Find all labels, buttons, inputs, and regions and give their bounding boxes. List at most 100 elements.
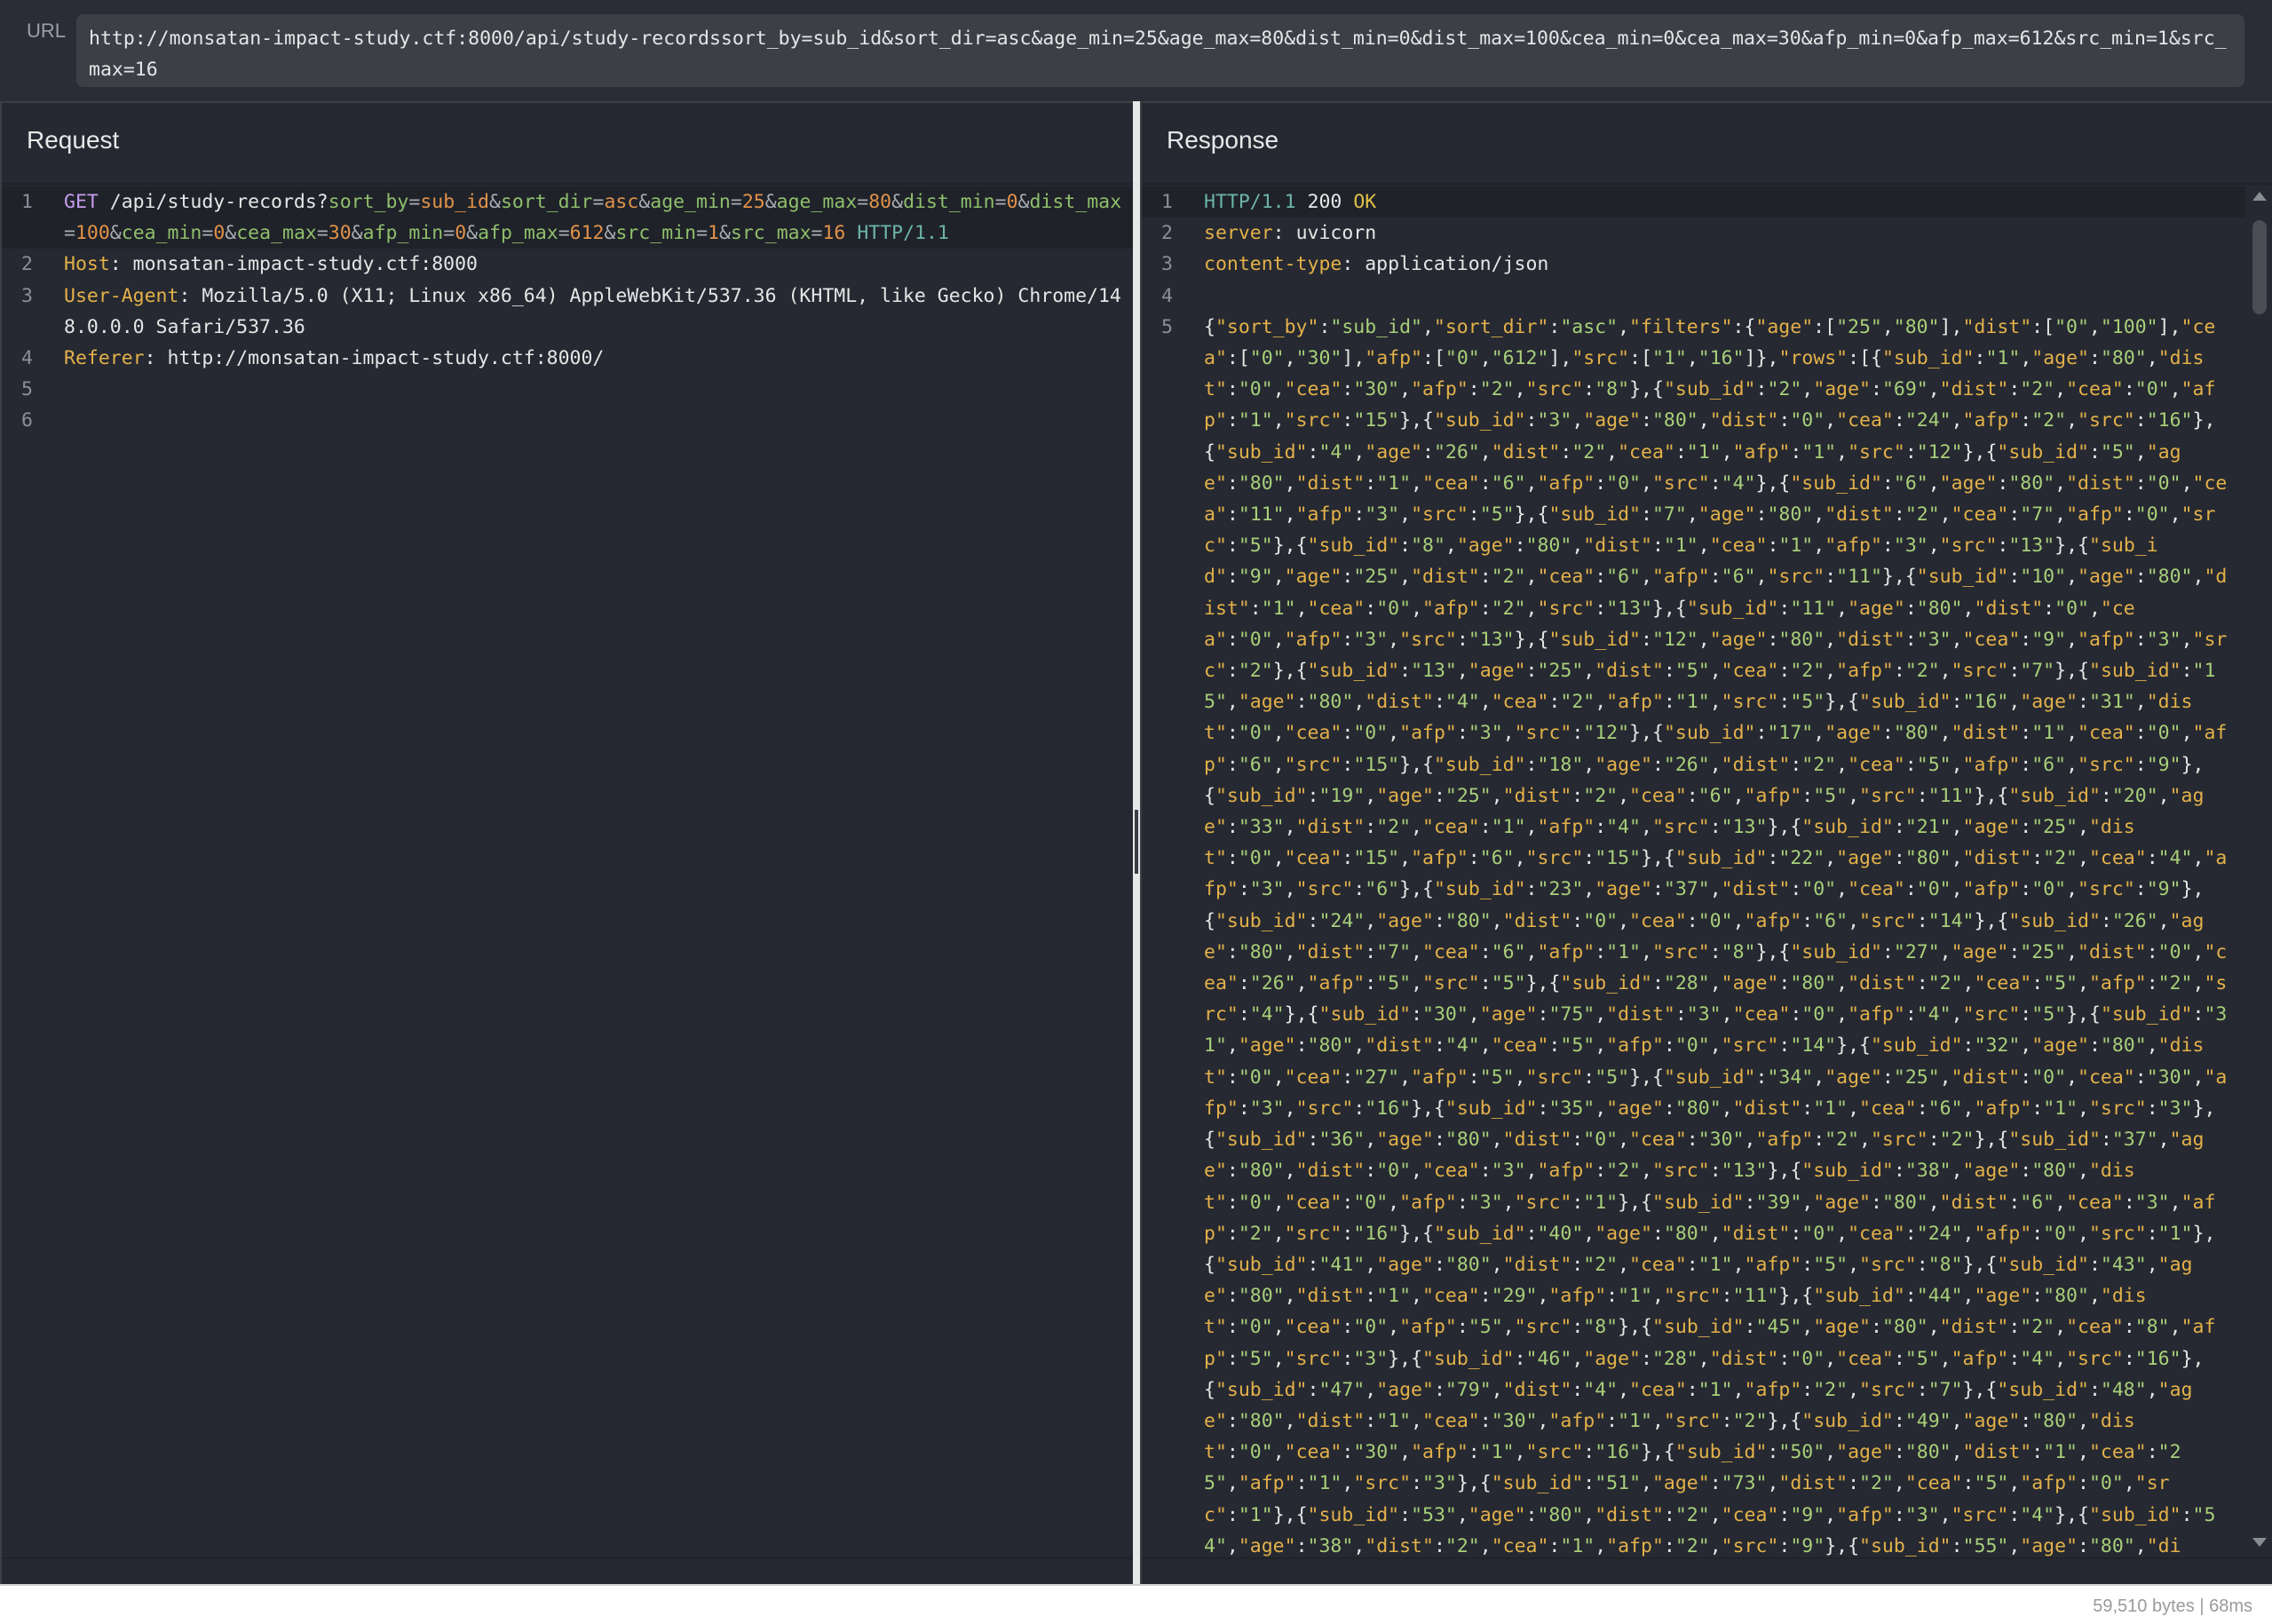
json-string: "3" xyxy=(1468,722,1503,745)
json-string: "11" xyxy=(1836,566,1882,589)
param-separator: & xyxy=(225,222,237,245)
json-punct: { xyxy=(1651,378,1664,401)
json-punct: : xyxy=(2020,753,2032,776)
json-key: "age" xyxy=(1939,471,1998,495)
json-punct: , xyxy=(1825,1347,1837,1370)
scroll-down-icon[interactable] xyxy=(2252,1538,2267,1547)
json-string: "16" xyxy=(2134,1347,2181,1370)
json-string: "25" xyxy=(1445,784,1492,807)
json-key: "age" xyxy=(1721,972,1779,995)
json-punct: , xyxy=(1479,440,1492,463)
line-number: 6 xyxy=(21,409,33,432)
json-punct: ] xyxy=(1744,347,1756,370)
json-string: "5" xyxy=(1916,753,1951,776)
json-punct: { xyxy=(1801,1285,1814,1308)
json-string: "53" xyxy=(1411,1503,1457,1526)
json-key: "dist" xyxy=(1732,1097,1802,1120)
header-name: Referer xyxy=(64,347,145,370)
json-punct: : xyxy=(1226,378,1239,401)
json-key: "dist" xyxy=(1825,503,1894,527)
param-separator: & xyxy=(604,222,616,245)
json-string: "11" xyxy=(1790,597,1837,620)
json-punct: : xyxy=(2088,1034,2101,1058)
json-punct: : xyxy=(1663,660,1675,683)
json-punct: : xyxy=(2123,1191,2135,1214)
json-punct: : xyxy=(2100,909,2112,932)
json-punct: : xyxy=(1583,1472,1595,1495)
json-key: "cea" xyxy=(2066,1191,2124,1214)
json-key: "src" xyxy=(1411,503,1468,527)
json-string: "22" xyxy=(1778,847,1825,870)
response-header-line: 3 content-type: application/json xyxy=(1142,249,2245,280)
json-string: "26" xyxy=(1249,972,1296,995)
json-punct: } xyxy=(1767,1160,1779,1183)
json-string: "5" xyxy=(1813,784,1848,807)
response-empty-line: 4 xyxy=(1142,281,2245,312)
scrollbar-thumb[interactable] xyxy=(2252,220,2267,314)
json-punct: , xyxy=(2020,347,2032,370)
json-punct: : xyxy=(1226,1222,1239,1245)
json-key: "afp" xyxy=(1974,1097,2032,1120)
json-punct: , xyxy=(1939,940,1951,963)
request-protocol: HTTP/1.1 xyxy=(857,222,949,245)
json-punct: , xyxy=(1962,1285,1975,1308)
json-punct: : xyxy=(1479,816,1492,839)
json-punct: , xyxy=(1411,1160,1422,1183)
json-key: "age" xyxy=(1479,1003,1538,1026)
json-key: "afp" xyxy=(1548,1409,1607,1432)
json-string: "4" xyxy=(1318,440,1354,463)
pane-resize-handle[interactable] xyxy=(1135,810,1138,874)
json-punct: , xyxy=(1456,1503,1468,1526)
json-key: "dist" xyxy=(1606,1003,1675,1026)
json-string: "0" xyxy=(1238,1066,1273,1089)
json-key: "cea" xyxy=(1629,1253,1687,1276)
request-editor[interactable]: 1 GET /api/study-records?sort_by=sub_id&… xyxy=(2,186,1133,1557)
json-string: "1" xyxy=(2031,722,2067,745)
json-punct: : xyxy=(1663,1503,1675,1526)
json-punct: : xyxy=(2008,1347,2021,1370)
json-punct: : xyxy=(2123,503,2135,527)
json-punct: , xyxy=(2169,1316,2181,1339)
json-string: "0" xyxy=(1674,1034,1710,1058)
json-string: "55" xyxy=(1962,1534,2009,1557)
scroll-up-icon[interactable] xyxy=(2252,192,2267,201)
json-punct: , xyxy=(1825,1503,1837,1526)
json-string: "25" xyxy=(2031,816,2078,839)
json-string: "0" xyxy=(2157,940,2193,963)
json-key: "sub_id" xyxy=(1916,566,2009,589)
json-key: "afp" xyxy=(1848,1003,1905,1026)
json-string: "4" xyxy=(1606,816,1642,839)
json-string: "69" xyxy=(1881,378,1928,401)
response-scrollbar[interactable] xyxy=(2245,186,2272,1557)
json-punct: } xyxy=(1881,566,1894,589)
json-key: "age" xyxy=(1962,1160,2021,1183)
json-punct: : xyxy=(1365,1160,1377,1183)
json-punct: : xyxy=(1571,1129,1584,1152)
json-punct: , xyxy=(2066,628,2078,651)
json-string: "80" xyxy=(1916,597,1963,620)
json-punct: , xyxy=(1951,847,1963,870)
json-punct: , xyxy=(2054,1191,2067,1214)
json-punct: , xyxy=(2008,691,2021,714)
response-editor[interactable]: 1 HTTP/1.1 200 OK 2 server: uvicorn 3 co… xyxy=(1142,186,2245,1557)
json-key: "age" xyxy=(1376,784,1434,807)
json-string: "asc" xyxy=(1560,315,1619,338)
json-punct: , xyxy=(1629,1316,1642,1339)
json-key: "sort_by" xyxy=(1215,315,1319,338)
json-punct: , xyxy=(1399,1441,1412,1464)
json-punct: : xyxy=(2146,1441,2158,1464)
param-equals: = xyxy=(408,191,421,213)
json-string: "80" xyxy=(1790,972,1837,995)
json-punct: , xyxy=(2078,816,2089,839)
param-value: 30 xyxy=(328,222,352,245)
json-key: "afp" xyxy=(2020,1472,2078,1495)
json-punct: { xyxy=(1790,1409,1802,1432)
json-punct: : xyxy=(2008,1191,2021,1214)
json-punct: : xyxy=(2088,1378,2101,1401)
json-key: "sub_id" xyxy=(1215,909,1308,932)
json-punct: { xyxy=(1295,660,1308,683)
url-input[interactable]: http://monsatan-impact-study.ctf:8000/ap… xyxy=(76,14,2244,87)
json-key: "src" xyxy=(1870,1129,1928,1152)
json-punct: : xyxy=(1468,1066,1480,1089)
json-punct: , xyxy=(1939,503,1951,527)
